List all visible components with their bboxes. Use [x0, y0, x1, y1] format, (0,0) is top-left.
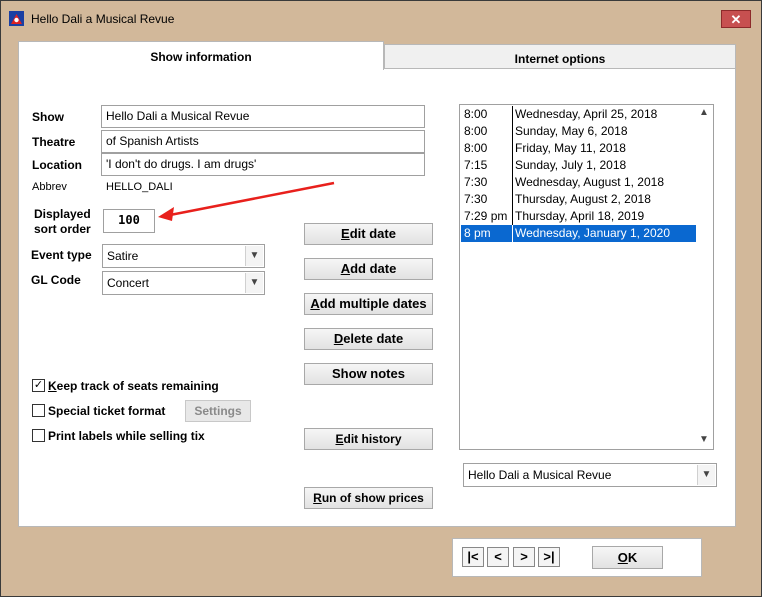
- column-divider: [512, 140, 513, 157]
- add-date-mnemonic: A: [340, 261, 351, 276]
- keep-track-label-text: eep track of seats remaining: [56, 379, 219, 393]
- location-field[interactable]: 'I don't do drugs. I am drugs': [101, 153, 425, 176]
- list-item[interactable]: 8:00 Friday, May 11, 2018: [461, 140, 696, 157]
- event-type-value: Satire: [107, 249, 139, 263]
- list-item-time: 7:30: [464, 192, 488, 206]
- list-item-time: 8:00: [464, 107, 488, 121]
- column-divider: [512, 208, 513, 225]
- edit-date-mnemonic: E: [341, 226, 350, 241]
- show-label: Show: [32, 110, 64, 124]
- print-labels-label: Print labels while selling tix: [48, 429, 205, 443]
- list-item[interactable]: 8:00 Sunday, May 6, 2018: [461, 123, 696, 140]
- list-item-time: 8:00: [464, 124, 488, 138]
- list-item-selected[interactable]: 8 pm Wednesday, January 1, 2020: [461, 225, 696, 242]
- show-select-value: Hello Dali a Musical Revue: [468, 468, 612, 482]
- next-record-button[interactable]: >: [513, 547, 535, 567]
- list-item-date: Sunday, July 1, 2018: [515, 158, 627, 172]
- list-item[interactable]: 7:30 Wednesday, August 1, 2018: [461, 174, 696, 191]
- list-item-date: Friday, May 11, 2018: [515, 141, 626, 155]
- ok-button[interactable]: OK: [592, 546, 663, 569]
- delete-date-label: elete date: [343, 331, 404, 346]
- gl-code-select[interactable]: Concert ▼: [102, 271, 265, 295]
- list-item-date: Wednesday, April 25, 2018: [515, 107, 658, 121]
- add-date-button[interactable]: Add date: [304, 258, 433, 280]
- gl-code-label: GL Code: [31, 273, 81, 287]
- theatre-field[interactable]: of Spanish Artists: [101, 130, 425, 153]
- delete-date-button[interactable]: Delete date: [304, 328, 433, 350]
- tab-show-information[interactable]: Show information: [18, 41, 384, 70]
- list-item-time: 7:15: [464, 158, 488, 172]
- delete-date-mnemonic: D: [333, 331, 344, 346]
- gl-code-value: Concert: [107, 276, 150, 290]
- list-item[interactable]: 8:00 Wednesday, April 25, 2018: [461, 106, 696, 123]
- edit-date-label: dit date: [349, 226, 396, 241]
- sort-order-field[interactable]: 100: [103, 209, 155, 233]
- add-date-label: dd date: [350, 261, 397, 276]
- list-item-time: 8 pm: [464, 226, 491, 240]
- tab-internet-options[interactable]: Internet options: [384, 44, 736, 69]
- show-field[interactable]: Hello Dali a Musical Revue: [101, 105, 425, 128]
- close-icon: ✕: [730, 12, 742, 27]
- close-button[interactable]: ✕: [721, 10, 751, 28]
- special-ticket-checkbox[interactable]: [32, 404, 45, 417]
- edit-history-button[interactable]: Edit history: [304, 428, 433, 450]
- annotation-arrow: [158, 181, 335, 221]
- list-item[interactable]: 7:30 Thursday, August 2, 2018: [461, 191, 696, 208]
- event-type-label: Event type: [31, 248, 92, 262]
- theatre-icon: [9, 11, 24, 26]
- list-item-date: Sunday, May 6, 2018: [515, 124, 628, 138]
- column-divider: [512, 157, 513, 174]
- previous-record-button[interactable]: <: [487, 547, 509, 567]
- column-divider: [512, 106, 513, 123]
- list-item-date: Wednesday, August 1, 2018: [515, 175, 664, 189]
- list-item-date: Wednesday, January 1, 2020: [515, 226, 670, 240]
- column-divider: [512, 123, 513, 140]
- chevron-down-icon[interactable]: ▼: [245, 246, 263, 266]
- chevron-down-icon[interactable]: ▼: [245, 273, 263, 293]
- sort-order-label-line1: Displayed: [34, 207, 91, 221]
- special-ticket-label: Special ticket format: [48, 404, 166, 418]
- print-labels-checkbox[interactable]: [32, 429, 45, 442]
- event-type-select[interactable]: Satire ▼: [102, 244, 265, 268]
- keep-track-label: Keep track of seats remaining: [48, 379, 219, 393]
- run-prices-mnemonic: R: [313, 491, 322, 505]
- window-title: Hello Dali a Musical Revue: [31, 12, 175, 26]
- column-divider: [512, 174, 513, 191]
- chevron-up-icon[interactable]: ▲: [697, 107, 711, 121]
- performance-dates-list[interactable]: 8:00 Wednesday, April 25, 2018 8:00 Sunday…: [459, 104, 714, 450]
- location-label: Location: [32, 158, 82, 172]
- chevron-down-icon[interactable]: ▼: [697, 465, 715, 485]
- ok-label: K: [627, 550, 638, 565]
- edit-date-button[interactable]: Edit date: [304, 223, 433, 245]
- show-select[interactable]: Hello Dali a Musical Revue ▼: [463, 463, 717, 487]
- sort-order-label-line2: sort order: [34, 222, 91, 236]
- keep-track-label-mnemonic: K: [48, 379, 57, 393]
- ok-mnemonic: O: [617, 550, 628, 565]
- add-multiple-dates-button[interactable]: Add multiple dates: [304, 293, 433, 315]
- column-divider: [512, 225, 513, 242]
- first-record-button[interactable]: |<: [462, 547, 484, 567]
- list-item-time: 7:29 pm: [464, 209, 508, 223]
- run-prices-label: un of show prices: [321, 491, 424, 505]
- run-of-show-prices-button[interactable]: Run of show prices: [304, 487, 433, 509]
- list-item-date: Thursday, August 2, 2018: [515, 192, 651, 206]
- add-multiple-label: dd multiple dates: [319, 296, 427, 311]
- abbrev-label: Abbrev: [32, 181, 67, 193]
- edit-history-mnemonic: E: [335, 432, 344, 446]
- list-item-time: 8:00: [464, 141, 488, 155]
- chevron-down-icon[interactable]: ▼: [697, 434, 711, 448]
- edit-history-label: dit history: [343, 432, 402, 446]
- list-item[interactable]: 7:29 pm Thursday, April 18, 2019: [461, 208, 696, 225]
- column-divider: [512, 191, 513, 208]
- list-item[interactable]: 7:15 Sunday, July 1, 2018: [461, 157, 696, 174]
- keep-track-checkbox[interactable]: ✓: [32, 379, 45, 392]
- add-multiple-mnemonic: A: [310, 296, 320, 311]
- last-record-button[interactable]: >|: [538, 547, 560, 567]
- show-notes-button[interactable]: Show notes: [304, 363, 433, 385]
- list-item-date: Thursday, April 18, 2019: [515, 209, 645, 223]
- list-item-time: 7:30: [464, 175, 488, 189]
- settings-button[interactable]: Settings: [185, 400, 251, 422]
- theatre-label: Theatre: [32, 135, 76, 149]
